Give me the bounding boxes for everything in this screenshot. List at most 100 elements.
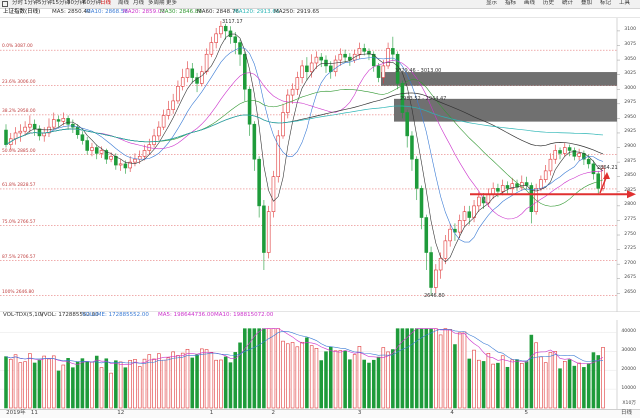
ma-legend-item: MA30: 2846.89 <box>160 9 202 15</box>
volume-bar <box>37 359 42 409</box>
volume-bar <box>586 363 591 409</box>
volume-bar <box>219 359 223 409</box>
volume-bar <box>75 361 80 409</box>
right-tab-5[interactable]: 叠加 <box>581 0 592 7</box>
volume-bar <box>276 328 281 409</box>
gap1-label: 3029.46 - 3013.00 <box>395 68 442 75</box>
volume-bar <box>185 348 190 409</box>
right-tab-4[interactable]: 统计 <box>562 0 573 7</box>
right-tab-7[interactable]: 工具 <box>619 0 630 7</box>
grid-icon[interactable] <box>2 1 8 7</box>
volume-bar <box>543 362 548 409</box>
volume-bar <box>42 355 46 409</box>
price-tick: 2700 <box>624 260 636 266</box>
volume-bar <box>505 366 510 409</box>
volume-bar <box>271 328 276 409</box>
volume-bar <box>171 351 175 409</box>
volume-bar <box>376 356 381 409</box>
volume-bar <box>529 334 534 409</box>
volume-bar <box>462 331 467 409</box>
volume-bar <box>338 350 343 409</box>
volume-bar <box>524 361 529 409</box>
volume-bar <box>262 328 266 409</box>
right-tab-3[interactable]: 历史 <box>543 0 554 7</box>
volume-bar <box>367 362 371 409</box>
price-tick: 2800 <box>624 202 636 208</box>
price-tick: 2925 <box>624 129 636 135</box>
volume-bar <box>266 328 271 409</box>
price-tick: 2675 <box>624 275 636 281</box>
tab-6[interactable]: 日线 <box>100 0 111 7</box>
fib-level-label: 50.0% 2885.00 <box>2 148 36 154</box>
volume-bar <box>343 350 347 409</box>
volume-bar <box>300 341 304 409</box>
right-tab-1[interactable]: 指标 <box>505 0 516 7</box>
tab-7[interactable]: 周线 <box>118 0 129 7</box>
fib-level-label: 23.6% 3006.00 <box>2 79 36 85</box>
price-tick: 3025 <box>624 71 636 77</box>
tab-8[interactable]: 月线 <box>133 0 144 7</box>
volume-bar <box>448 329 452 409</box>
right-tab-6[interactable]: 标记 <box>600 0 611 7</box>
volume-tick: 30000 <box>621 347 636 353</box>
tab-0[interactable]: 分时 <box>12 0 23 7</box>
volume-bar <box>286 343 290 409</box>
tab-2[interactable]: 5分钟 <box>38 0 53 7</box>
volume-bar <box>477 359 481 409</box>
price-tick: 2825 <box>624 187 636 193</box>
fib-level-label: 87.5% 2706.57 <box>2 254 36 260</box>
date-tick: 12 <box>117 410 125 416</box>
price-tick: 2950 <box>624 114 636 120</box>
volume-bar <box>47 358 51 409</box>
volume-bar <box>56 370 61 409</box>
ma-legend-item: MA5: 2850.40 <box>52 9 91 15</box>
volume-chart[interactable] <box>0 320 640 409</box>
volume-bar <box>61 364 66 409</box>
volume-bar <box>362 359 366 409</box>
volume-bar <box>243 328 247 409</box>
volume-bar <box>247 328 252 409</box>
volume-bar <box>405 328 409 409</box>
volume-bar <box>391 349 395 409</box>
volume-bar <box>223 356 228 409</box>
period-toolbar: 分时 1分钟 5分钟 15分钟 30分钟 60分钟 日线 周线 月线 多周期 更多 显示 指标 画线 历史统… <box>0 0 640 9</box>
volume-bar <box>520 362 524 409</box>
volume-bar <box>486 352 491 409</box>
ma-legend-item: MA120: 2913.66 <box>234 9 280 15</box>
volume-bar <box>577 362 581 409</box>
volume-unit: X10万 <box>622 401 636 406</box>
volume-bar <box>539 356 543 409</box>
right-tab-0[interactable]: 显示 <box>486 0 497 7</box>
volume-bar <box>114 360 118 409</box>
tab-9[interactable]: 多周期 <box>148 0 165 7</box>
volume-bar <box>109 372 113 409</box>
volume-bar <box>558 368 562 409</box>
volume-bar <box>467 358 472 409</box>
volume-bar <box>472 349 476 409</box>
volume-bar <box>333 350 338 409</box>
volume-bar <box>295 346 300 409</box>
volume-bar <box>371 359 376 409</box>
tab-10[interactable]: 更多 <box>166 0 177 7</box>
fib-level-label: 38.2% 2958.00 <box>2 108 36 114</box>
gap-box-1 <box>381 72 617 86</box>
candlestick-chart[interactable] <box>0 18 640 312</box>
volume-bar <box>137 366 142 409</box>
tab-1[interactable]: 1分钟 <box>24 0 39 7</box>
fib-level-label: 75.0% 2766.57 <box>2 219 36 225</box>
volume-bar <box>233 352 238 409</box>
volume-bar <box>443 328 448 409</box>
price-tick: 2900 <box>624 144 636 150</box>
tab-5[interactable]: 60分钟 <box>83 0 101 7</box>
price-tick: 2875 <box>624 158 636 164</box>
volume-bar <box>314 348 319 409</box>
volume-bar <box>510 359 515 409</box>
price-tick: 2725 <box>624 246 636 252</box>
volume-bar <box>99 367 104 409</box>
volume-bar <box>128 359 132 409</box>
volume-bar <box>228 362 233 409</box>
volume-bar <box>481 361 486 409</box>
volume-tick: 20000 <box>621 366 636 372</box>
ma-legend-bar: 上证指数(日线) MA5: 2850.40 MA10: 2868.58 MA20: … <box>0 9 640 18</box>
right-tab-2[interactable]: 画线 <box>524 0 535 7</box>
